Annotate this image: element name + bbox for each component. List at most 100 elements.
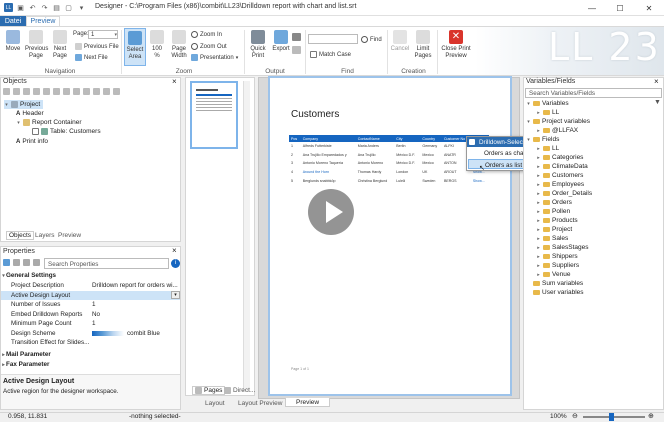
sort-icon[interactable] — [3, 259, 10, 266]
close-icon[interactable]: × — [172, 77, 177, 86]
tab-layout[interactable]: Layout — [205, 399, 225, 408]
limit-pages-button[interactable]: Limit Pages — [412, 30, 434, 60]
page-input[interactable]: 1 ▾ — [88, 30, 118, 39]
find-button[interactable]: Find — [361, 36, 382, 43]
variables-tree-item[interactable]: ▸ Pollen — [526, 207, 654, 216]
expand-icon[interactable] — [23, 259, 30, 266]
zoom-slider[interactable] — [583, 416, 645, 418]
toolbar-icon[interactable] — [3, 88, 10, 95]
variables-tree-item[interactable]: ▸ Products — [526, 216, 654, 225]
new-icon[interactable]: ▢ — [64, 3, 73, 12]
variables-tree-item[interactable]: ▸ LL — [526, 108, 654, 117]
redo-icon[interactable]: ↷ — [40, 3, 49, 12]
tab-layers[interactable]: Layers — [35, 231, 55, 240]
open-icon[interactable]: ▤ — [52, 3, 61, 12]
variables-tree-item[interactable]: ▾ Variables — [526, 99, 654, 108]
zoom-slider-thumb[interactable] — [609, 413, 614, 421]
toolbar-icon[interactable] — [113, 88, 120, 95]
group-fax-parameter[interactable]: ▸ Fax Parameter — [1, 360, 180, 370]
toolbar-icon[interactable] — [13, 88, 20, 95]
variables-tree-item[interactable]: ▸ Customers — [526, 171, 654, 180]
tab-preview[interactable]: Preview — [26, 16, 60, 26]
toolbar-icon[interactable] — [93, 88, 100, 95]
print-icon[interactable] — [292, 33, 301, 41]
variables-tree-item[interactable]: ▸ Suppliers — [526, 261, 654, 270]
zoom-100-button[interactable]: 100 % — [148, 30, 166, 60]
drilldown-link[interactable]: Show... — [471, 176, 489, 185]
variables-tree-item[interactable]: ▸ Employees — [526, 180, 654, 189]
thumbnails-scrollbar[interactable] — [243, 81, 250, 391]
property-row[interactable]: Active Design Layout ▾ — [1, 290, 180, 300]
minimize-button[interactable]: — — [578, 0, 606, 16]
play-button[interactable] — [308, 189, 354, 235]
close-print-preview-button[interactable]: ✕ Close Print Preview — [440, 30, 472, 60]
next-file-button[interactable]: Next File — [75, 54, 108, 61]
move-button[interactable]: Move — [3, 30, 23, 53]
variables-tree-item[interactable]: ▸ Orders — [526, 198, 654, 207]
page-width-button[interactable]: Page Width — [168, 30, 190, 60]
toolbar-icon[interactable] — [23, 88, 30, 95]
page-thumbnail[interactable] — [190, 81, 238, 149]
property-row[interactable]: Minimum Page Count 1 — [1, 319, 180, 329]
close-button[interactable]: ✕ — [634, 0, 664, 16]
save-icon[interactable]: ▣ — [16, 3, 25, 12]
group-general-settings[interactable]: ▾ General Settings — [1, 271, 180, 281]
tree-item-project[interactable]: ▾ Project — [4, 100, 44, 109]
cancel-button[interactable]: Cancel — [389, 30, 411, 53]
filter-icon[interactable] — [13, 259, 20, 266]
qat-dropdown-icon[interactable]: ▾ — [77, 3, 86, 12]
variables-tree-item[interactable]: ▸ ClimateData — [526, 162, 654, 171]
toolbar-icon[interactable] — [103, 88, 110, 95]
toolbar-icon[interactable] — [53, 88, 60, 95]
property-row[interactable]: Project Description Drilldown report for … — [1, 281, 180, 291]
previous-file-button[interactable]: Previous File — [75, 43, 119, 50]
tree-item-header[interactable]: A Header — [16, 109, 44, 118]
undo-icon[interactable]: ↶ — [28, 3, 37, 12]
quick-print-button[interactable]: Quick Print — [247, 30, 269, 60]
variables-tree-item[interactable]: ▸ Sales — [526, 234, 654, 243]
tab-direct[interactable]: Direct... — [224, 386, 255, 395]
next-page-button[interactable]: Next Page — [49, 30, 71, 60]
close-icon[interactable]: × — [654, 77, 659, 86]
zoom-out-button[interactable]: Zoom Out — [191, 43, 227, 50]
tree-item-report-container[interactable]: ▾ Report Container — [16, 118, 82, 127]
properties-search-input[interactable]: Search Properties — [44, 258, 169, 269]
select-area-button[interactable]: Select Area — [124, 28, 146, 66]
property-row[interactable]: Design Scheme combit Blue — [1, 329, 180, 339]
export-button[interactable]: Export — [270, 30, 292, 53]
tree-item-print-info[interactable]: A Print info — [16, 137, 48, 146]
mail-icon[interactable] — [292, 46, 301, 54]
presentation-button[interactable]: Presentation ▾ — [191, 54, 238, 61]
property-row[interactable]: Number of Issues 1 — [1, 300, 180, 310]
find-input[interactable] — [308, 34, 358, 44]
variables-tree-item[interactable]: ▾ Fields — [526, 135, 654, 144]
toolbar-icon[interactable] — [83, 88, 90, 95]
variables-tree-item[interactable]: ▸ Venue — [526, 270, 654, 279]
variables-tree-item[interactable]: ▸ @LLFAX — [526, 126, 654, 135]
variables-tree-item[interactable]: ▸ SalesStages — [526, 243, 654, 252]
zoom-out-icon[interactable]: ⊖ — [572, 412, 578, 420]
tab-objects[interactable]: Objects — [6, 231, 35, 240]
variables-search-input[interactable]: Search Variables/Fields — [525, 88, 662, 98]
previous-page-button[interactable]: Previous Page — [25, 30, 48, 60]
property-row[interactable]: Embed Drilldown Reports No — [1, 310, 180, 320]
toolbar-icon[interactable] — [73, 88, 80, 95]
variables-tree-item[interactable]: ▸ Categories — [526, 153, 654, 162]
info-icon[interactable]: i — [171, 259, 180, 268]
variables-tree-item[interactable]: Sum variables — [526, 279, 654, 288]
match-case-checkbox[interactable]: Match Case — [310, 51, 351, 58]
collapse-icon[interactable] — [33, 259, 40, 266]
filter-icon[interactable]: ▼ — [654, 99, 661, 106]
variables-tree-item[interactable]: ▸ Shippers — [526, 252, 654, 261]
zoom-in-icon[interactable]: ⊕ — [648, 412, 654, 420]
zoom-in-button[interactable]: Zoom In — [191, 31, 222, 38]
tab-pages[interactable]: Pages — [192, 386, 226, 395]
tab-layout-preview[interactable]: Layout Preview — [238, 399, 282, 408]
tree-item-table-customers[interactable]: Table: Customers — [32, 127, 101, 136]
maximize-button[interactable]: ☐ — [606, 0, 634, 16]
close-icon[interactable]: × — [172, 246, 177, 255]
variables-tree-item[interactable]: User variables — [526, 288, 654, 297]
tab-preview-objects[interactable]: Preview — [58, 231, 81, 240]
variables-tree-item[interactable]: ▸ Order_Details — [526, 189, 654, 198]
toolbar-icon[interactable] — [43, 88, 50, 95]
